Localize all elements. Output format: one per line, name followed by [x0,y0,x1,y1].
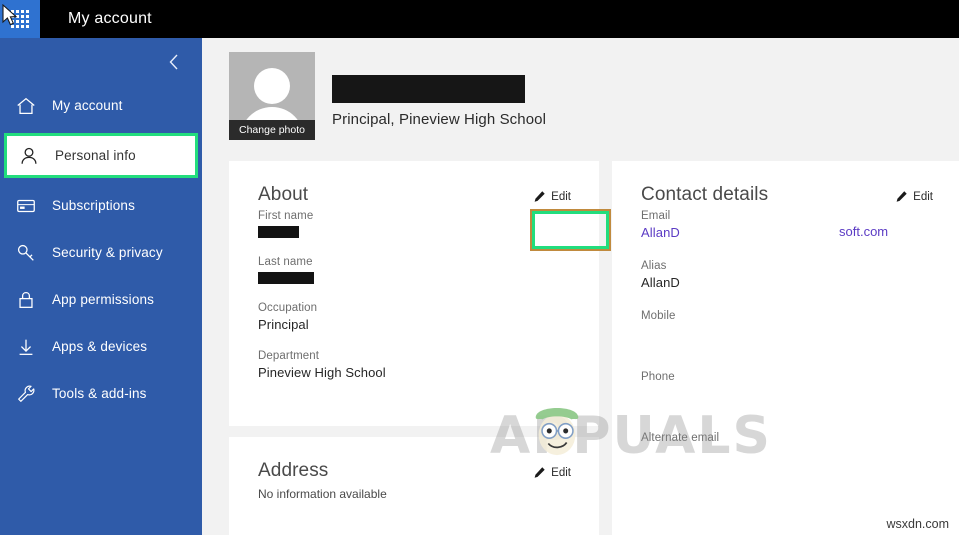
sidebar-item-label: App permissions [52,292,155,307]
sidebar-item-label: Subscriptions [52,198,135,213]
field-label: Occupation [258,302,318,314]
field-value: AllanD [641,275,680,290]
app-launcher-button[interactable] [0,0,40,38]
sidebar-item-label: Apps & devices [52,339,148,354]
contact-field-alias: Alias AllanD [612,259,959,291]
address-card: Address Edit No information available [229,437,599,535]
field-value [641,385,959,402]
sidebar-item-apps-devices[interactable]: Apps & devices [0,323,202,370]
contact-field-mobile: Mobile [612,309,959,341]
sidebar: My account Personal info Subscriptions S… [0,38,202,535]
sidebar-item-personal-info[interactable]: Personal info [4,133,198,178]
field-value: Principal [258,317,309,332]
field-value [641,324,959,341]
contact-edit-button[interactable]: Edit [891,187,937,206]
field-label: Mobile [641,310,676,322]
my-account-page: My account My account Personal info Subs… [0,0,959,535]
top-bar: My account [0,0,959,38]
person-icon [14,141,44,171]
contact-field-phone: Phone [612,370,959,402]
contact-card-header: Contact details Edit [612,161,959,213]
profile-subtitle: Principal, Pineview High School [332,111,547,128]
email-value-row: AllanD soft.com [641,224,959,241]
contact-edit-label: Edit [913,190,933,203]
contact-field-alternate-email: Alternate email [612,431,959,463]
sidebar-nav-list: My account Personal info Subscriptions S… [0,82,202,417]
field-label: Alias [641,260,667,272]
about-edit-label: Edit [551,190,571,203]
about-field-occupation: Occupation Principal [229,301,599,333]
pencil-icon [534,467,545,478]
address-edit-button[interactable]: Edit [529,463,575,482]
field-label: Alternate email [641,432,720,444]
pencil-icon [896,191,907,202]
source-credit: wsxdn.com [886,517,949,531]
about-card: About Edit First name Last name Occupati… [229,161,611,426]
lock-icon [11,285,41,315]
sidebar-item-subscriptions[interactable]: Subscriptions [0,182,202,229]
address-edit-label: Edit [551,466,571,479]
app-title: My account [68,10,152,27]
avatar-head-shape [254,68,290,104]
sidebar-item-tools-addins[interactable]: Tools & add-ins [0,370,202,417]
wrench-icon [11,379,41,409]
sidebar-item-label: Personal info [55,148,136,163]
field-label: Department [258,350,320,362]
field-value[interactable]: AllanD [641,225,680,240]
pencil-icon [534,191,545,202]
avatar[interactable]: Change photo [229,52,315,140]
field-value: Pineview High School [258,365,386,380]
address-card-title: Address [258,460,329,481]
address-card-header: Address Edit [229,437,599,489]
field-value-redacted [258,272,314,284]
sidebar-item-my-account[interactable]: My account [0,82,202,129]
contact-card-title: Contact details [641,184,769,205]
download-icon [11,332,41,362]
contact-details-card: Contact details Edit Email AllanD soft.c… [612,161,959,535]
about-field-department: Department Pineview High School [229,349,599,381]
sidebar-item-label: My account [52,98,123,113]
sidebar-item-app-permissions[interactable]: App permissions [0,276,202,323]
sidebar-item-security-privacy[interactable]: Security & privacy [0,229,202,276]
address-empty-text: No information available [258,487,387,501]
top-bar-title-wrap: My account [54,0,152,38]
sidebar-item-personal-info-wrap: Personal info [0,129,202,182]
field-label: Last name [258,256,313,268]
sidebar-collapse-button[interactable] [160,48,188,76]
change-photo-button[interactable]: Change photo [229,120,315,140]
card-icon [11,191,41,221]
about-edit-button[interactable]: Edit [529,187,575,206]
profile-meta: Principal, Pineview High School [332,52,546,128]
about-field-first-name: First name [229,209,599,238]
home-icon [11,91,41,121]
key-icon [11,238,41,268]
app-launcher-waffle-icon [11,10,29,28]
email-domain-suffix[interactable]: soft.com [839,224,888,239]
profile-header: Change photo Principal, Pineview High Sc… [229,52,546,140]
field-value-redacted [258,226,299,238]
profile-name-redacted [332,75,525,103]
contact-field-email: Email AllanD soft.com [612,209,959,241]
about-field-last-name: Last name [229,255,599,284]
sidebar-item-label: Security & privacy [52,245,163,260]
field-label: Phone [641,371,675,383]
about-card-title: About [258,184,309,205]
sidebar-item-label: Tools & add-ins [52,386,147,401]
chevron-left-icon [169,54,178,70]
field-value [641,446,959,463]
about-card-header: About Edit [229,161,599,213]
main-content: Change photo Principal, Pineview High Sc… [202,38,959,535]
